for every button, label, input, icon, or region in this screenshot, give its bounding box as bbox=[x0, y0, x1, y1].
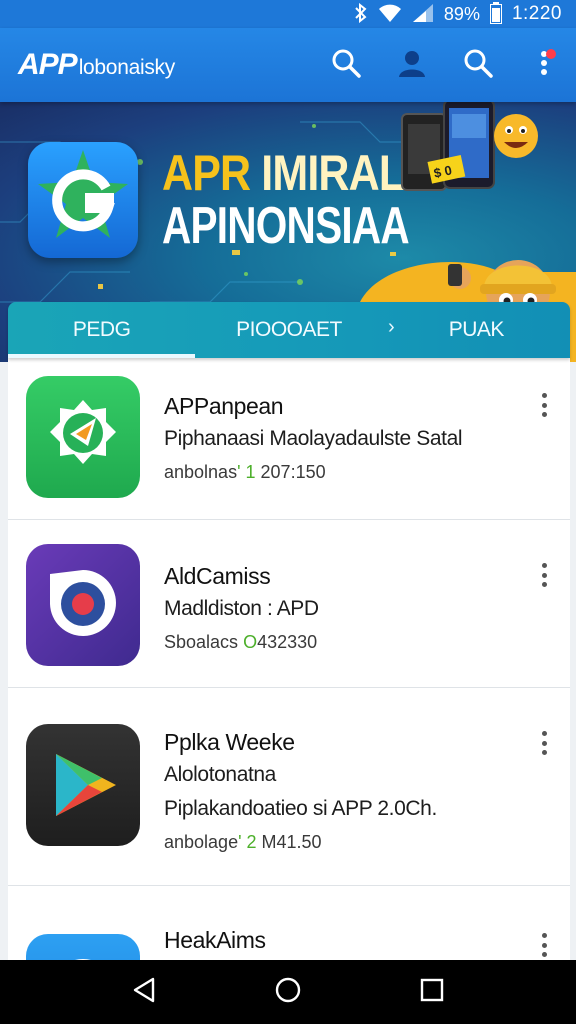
meta-badge: O bbox=[243, 632, 258, 652]
home-icon bbox=[274, 976, 302, 1009]
list-item[interactable]: AldCamiss Madldiston : APD Sboalacs O432… bbox=[8, 520, 570, 688]
app-bar: APP lobonaisky bbox=[0, 28, 576, 102]
tab-piooaet[interactable]: PIOOOAET bbox=[195, 302, 382, 358]
tab-pedg[interactable]: PEDG bbox=[8, 302, 196, 358]
meta-badge: ' 2 bbox=[238, 832, 257, 852]
search-button-2[interactable] bbox=[460, 47, 496, 83]
meta-suffix: 207:150 bbox=[255, 462, 326, 482]
overflow-menu-button[interactable] bbox=[526, 47, 562, 83]
back-icon bbox=[132, 977, 156, 1008]
search-icon bbox=[463, 48, 493, 83]
chevron-right-icon: › bbox=[388, 316, 395, 338]
list-item[interactable]: APPanpean Piphanaasi Maolayadaulste Sata… bbox=[8, 358, 570, 520]
more-vert-icon[interactable] bbox=[534, 728, 554, 758]
refresh-icon bbox=[26, 934, 140, 960]
meta-prefix: Sboalacs bbox=[164, 632, 244, 652]
camera-icon bbox=[26, 544, 140, 666]
more-vert-icon[interactable] bbox=[534, 930, 554, 960]
wifi-icon bbox=[378, 3, 402, 26]
more-vert-icon[interactable] bbox=[534, 390, 554, 420]
notification-dot bbox=[546, 49, 556, 59]
list-item[interactable]: Pplka Weeke Alolotonatna Piplakandoatieo… bbox=[8, 688, 570, 886]
meta-prefix: anbolnas bbox=[164, 462, 238, 482]
logo-mark: APP bbox=[18, 48, 78, 81]
system-nav-bar bbox=[0, 960, 576, 1024]
logo-text: lobonaisky bbox=[78, 56, 176, 79]
compass-icon bbox=[26, 376, 140, 498]
app-name: AldCamiss bbox=[164, 563, 271, 589]
app-description: Madldiston : APD bbox=[164, 597, 319, 620]
app-subtitle: Alolotonatna bbox=[164, 763, 276, 786]
home-button[interactable] bbox=[268, 972, 308, 1012]
meta-badge: ' 1 bbox=[237, 462, 256, 482]
app-description: Piplakandoatieo si APP 2.0Ch. bbox=[164, 797, 437, 820]
search-icon bbox=[331, 48, 361, 83]
meta-suffix: 432330 bbox=[257, 632, 318, 652]
battery-icon bbox=[489, 1, 502, 27]
app-logo[interactable]: APP lobonaisky bbox=[18, 48, 175, 82]
bluetooth-icon bbox=[354, 2, 368, 26]
play-store-icon bbox=[26, 724, 140, 846]
app-name: Pplka Weeke bbox=[164, 729, 295, 755]
battery-percent: 89% bbox=[443, 3, 480, 24]
signal-icon bbox=[412, 3, 434, 26]
app-description: Piphanaasi Maolayadaulste Satal bbox=[164, 427, 463, 450]
clock: 1:220 bbox=[511, 3, 562, 24]
meta-prefix: anbolage bbox=[164, 832, 239, 852]
app-list: APPanpean Piphanaasi Maolayadaulste Sata… bbox=[8, 358, 570, 960]
status-bar: 89% 1:220 bbox=[0, 0, 576, 28]
back-button[interactable] bbox=[124, 972, 164, 1012]
app-name: APPanpean bbox=[164, 393, 284, 419]
tab-bar: PEDG PIOOOAET PUAK › bbox=[8, 302, 570, 358]
recents-button[interactable] bbox=[412, 972, 452, 1012]
app-name: HeakAims bbox=[164, 927, 266, 953]
more-vert-icon[interactable] bbox=[534, 560, 554, 590]
app-meta: Sboalacs O432330 bbox=[164, 626, 520, 658]
meta-suffix: M41.50 bbox=[256, 832, 322, 852]
recents-icon bbox=[420, 978, 444, 1007]
account-icon bbox=[396, 48, 428, 83]
list-item[interactable]: HeakAims bbox=[8, 886, 570, 960]
tab-puak[interactable]: PUAK bbox=[383, 302, 570, 358]
app-meta: anbolage' 2 M41.50 bbox=[164, 826, 520, 858]
search-button[interactable] bbox=[328, 47, 364, 83]
account-button[interactable] bbox=[394, 47, 430, 83]
app-meta: anbolnas' 1 207:150 bbox=[164, 456, 520, 488]
